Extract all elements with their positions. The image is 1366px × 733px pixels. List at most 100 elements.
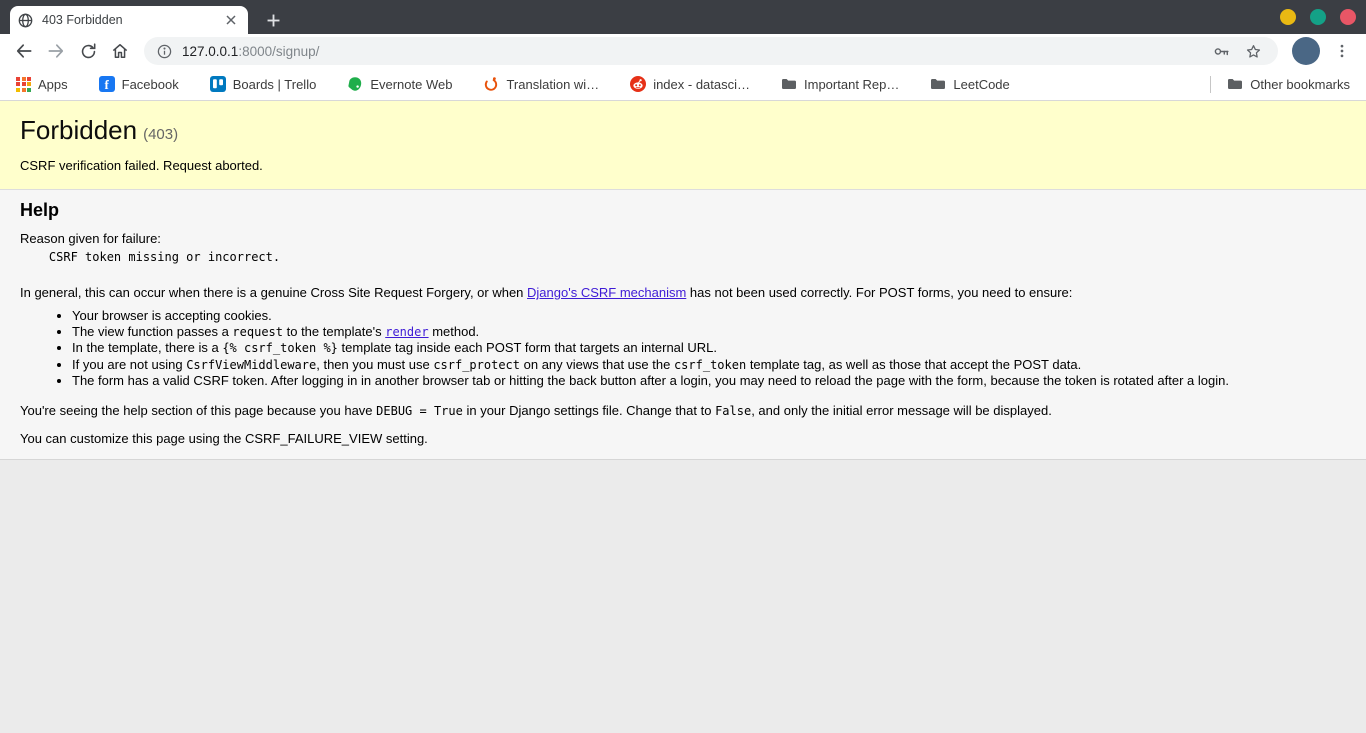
tab-close-button[interactable]: [222, 11, 240, 29]
bookmark-item-evernote[interactable]: Evernote Web: [345, 74, 454, 94]
page-title: Forbidden (403): [20, 115, 1346, 146]
bookmark-label: Important Rep…: [804, 76, 900, 92]
password-manager-button[interactable]: [1208, 38, 1234, 64]
help-heading: Help: [20, 200, 60, 220]
address-bar[interactable]: 127.0.0.1:8000/signup/: [144, 37, 1278, 65]
bookmarks-bar: Apps f Facebook Boards | Trello Evernote…: [0, 68, 1366, 101]
bookmark-label: LeetCode: [953, 76, 1010, 92]
other-bookmarks-button[interactable]: Other bookmarks: [1225, 75, 1352, 94]
inline-code: csrf_token: [673, 357, 747, 372]
customize-note: You can customize this page using the CS…: [20, 430, 428, 446]
checklist-item: The form has a valid CSRF token. After l…: [72, 373, 1346, 389]
bookmark-item-important-rep[interactable]: Important Rep…: [779, 75, 901, 94]
bookmark-item-trello[interactable]: Boards | Trello: [208, 74, 319, 94]
bookmark-label: Facebook: [121, 76, 179, 92]
item-text: , then you must use: [316, 356, 434, 372]
render-method-link[interactable]: render: [385, 324, 428, 339]
help-section: Help Reason given for failure: CSRF toke…: [0, 190, 1366, 460]
bookmark-item-facebook[interactable]: f Facebook: [97, 74, 181, 94]
checklist-item: If you are not using CsrfViewMiddleware,…: [72, 357, 1346, 374]
close-icon: [226, 15, 236, 25]
browser-toolbar: 127.0.0.1:8000/signup/: [0, 34, 1366, 68]
inline-code: render: [385, 324, 429, 339]
window-controls: [1280, 9, 1356, 25]
debug-text: You're seeing the help section of this p…: [20, 402, 377, 418]
bookmark-item-index[interactable]: index - datasci…: [628, 74, 752, 94]
debug-note: You're seeing the help section of this p…: [20, 403, 1346, 419]
folder-icon: [781, 77, 797, 91]
inline-code: {% csrf_token %}: [222, 341, 338, 355]
browser-window: 403 Forbidden 127.0.0.1:8000/signup/ App…: [0, 0, 1366, 732]
apps-grid-icon: [16, 76, 31, 92]
back-button[interactable]: [9, 36, 39, 66]
item-text: The form has a valid CSRF token. After l…: [72, 373, 1229, 388]
error-summary-banner: Forbidden (403) CSRF verification failed.…: [0, 101, 1366, 190]
inline-code: csrf_protect: [433, 357, 521, 372]
new-tab-button[interactable]: [260, 7, 286, 33]
item-text: template tag inside each POST form that …: [337, 340, 718, 355]
item-text: to the template's: [283, 323, 386, 339]
bookmark-label: Translation wi…: [506, 76, 600, 92]
evernote-icon: [347, 76, 363, 92]
page-info-icon[interactable]: [156, 43, 173, 60]
bookmarks-divider: [1210, 75, 1212, 93]
item-text: template tag, as well as those that acce…: [746, 356, 1082, 372]
plus-icon: [267, 14, 280, 27]
bookmark-label: Apps: [38, 76, 68, 92]
item-text: In the template, there is a: [72, 340, 223, 355]
checklist-item: Your browser is accepting cookies.: [72, 308, 1346, 324]
intro-text-before: In general, this can occur when there is…: [20, 285, 528, 300]
back-arrow-icon: [14, 41, 34, 61]
window-close-button[interactable]: [1340, 9, 1356, 25]
other-bookmarks-label: Other bookmarks: [1250, 76, 1350, 92]
trello-icon: [209, 76, 226, 92]
three-dot-menu-icon: [1333, 42, 1351, 60]
star-icon: [1244, 42, 1263, 61]
tab-title: 403 Forbidden: [42, 13, 123, 27]
folder-icon: [930, 77, 946, 91]
inline-code: request: [232, 324, 283, 339]
inline-code: False: [715, 403, 752, 418]
checklist-item: The view function passes a request to th…: [72, 324, 1346, 341]
intro-text-after: has not been used correctly. For POST fo…: [686, 285, 1073, 300]
checklist: Your browser is accepting cookies. The v…: [72, 308, 1346, 389]
error-message: CSRF verification failed. Request aborte…: [20, 158, 263, 173]
bookmark-label: index - datasci…: [653, 76, 751, 92]
tab-strip: 403 Forbidden: [0, 0, 1366, 34]
forward-arrow-icon: [46, 41, 66, 61]
reload-icon: [79, 42, 98, 61]
debug-text: in your Django settings file. Change tha…: [462, 402, 716, 418]
inline-code: CsrfViewMiddleware: [186, 357, 317, 372]
checklist-item: In the template, there is a {% csrf_toke…: [72, 340, 1346, 357]
bookmark-item-apps[interactable]: Apps: [14, 75, 70, 94]
browser-tab[interactable]: 403 Forbidden: [10, 6, 248, 34]
bookmark-label: Evernote Web: [370, 76, 453, 92]
bookmark-label: Boards | Trello: [232, 76, 317, 92]
item-text: If you are not using: [72, 356, 187, 372]
page-viewport: Forbidden (403) CSRF verification failed.…: [0, 101, 1366, 732]
forward-button[interactable]: [41, 36, 71, 66]
reason-label: Reason given for failure:: [20, 231, 161, 246]
bookmark-item-translation[interactable]: Translation wi…: [481, 74, 601, 94]
profile-avatar[interactable]: [1292, 37, 1320, 65]
browser-menu-button[interactable]: [1327, 36, 1357, 66]
item-text: The view function passes a: [72, 323, 233, 339]
bookmark-this-page-button[interactable]: [1240, 38, 1266, 64]
home-button[interactable]: [105, 36, 135, 66]
reload-button[interactable]: [73, 36, 103, 66]
item-text: method.: [428, 323, 480, 339]
window-maximize-button[interactable]: [1310, 9, 1326, 25]
facebook-icon: f: [98, 76, 115, 92]
item-text: Your browser is accepting cookies.: [72, 308, 272, 323]
folder-icon: [1227, 77, 1243, 91]
bookmark-item-leetcode[interactable]: LeetCode: [928, 75, 1011, 94]
intro-paragraph: In general, this can occur when there is…: [20, 285, 1346, 301]
key-icon: [1212, 42, 1231, 61]
globe-favicon-icon: [18, 13, 33, 28]
url-text: 127.0.0.1:8000/signup/: [182, 44, 1208, 59]
home-icon: [110, 41, 130, 61]
window-minimize-button[interactable]: [1280, 9, 1296, 25]
error-title: Forbidden: [20, 115, 138, 145]
reddit-icon: [630, 76, 647, 92]
django-csrf-mechanism-link[interactable]: Django's CSRF mechanism: [527, 285, 686, 300]
